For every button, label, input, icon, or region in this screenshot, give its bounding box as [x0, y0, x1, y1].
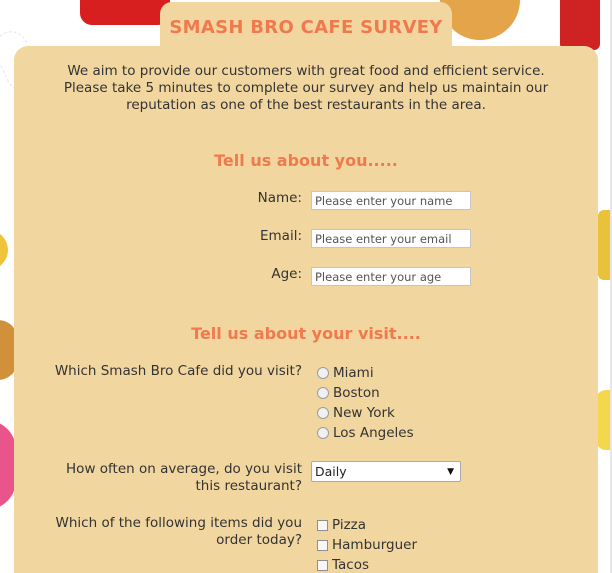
food-decoration — [560, 0, 600, 50]
food-decoration — [0, 230, 8, 270]
survey-form: We aim to provide our customers with gre… — [14, 46, 598, 573]
location-option-miami[interactable]: Miami — [317, 364, 374, 382]
age-input[interactable] — [311, 267, 471, 286]
location-label: Boston — [333, 385, 380, 401]
items-question-line2: order today? — [216, 532, 302, 548]
survey-title: SMASH BRO CAFE SURVEY — [169, 16, 443, 38]
checkbox[interactable] — [317, 519, 328, 531]
radio-button[interactable] — [317, 367, 329, 379]
survey-page: We aim to provide our customers with gre… — [0, 0, 612, 573]
frequency-question-line2: this restaurant? — [195, 478, 302, 494]
checkbox[interactable] — [317, 559, 328, 571]
item-option-pizza[interactable]: Pizza — [317, 516, 366, 534]
location-label: Miami — [333, 365, 374, 381]
section-heading-about-visit: Tell us about your visit.... — [191, 324, 421, 343]
chevron-down-icon: ▼ — [447, 466, 454, 477]
email-label: Email: — [259, 228, 302, 244]
radio-button[interactable] — [317, 427, 329, 439]
items-question-line1: Which of the following items did you — [55, 515, 302, 531]
food-decoration — [80, 0, 170, 25]
item-label: Hamburguer — [332, 537, 417, 553]
item-option-hamburguer[interactable]: Hamburguer — [317, 536, 417, 554]
item-label: Pizza — [332, 517, 367, 533]
email-input[interactable] — [311, 229, 471, 248]
location-option-los-angeles[interactable]: Los Angeles — [317, 424, 414, 442]
age-label: Age: — [271, 266, 302, 282]
frequency-selected-value: Daily — [315, 464, 347, 479]
checkbox[interactable] — [317, 539, 328, 551]
radio-button[interactable] — [317, 407, 329, 419]
survey-title-tab: SMASH BRO CAFE SURVEY — [160, 2, 452, 52]
intro-text: We aim to provide our customers with gre… — [63, 63, 549, 113]
location-question: Which Smash Bro Cafe did you visit? — [54, 363, 302, 379]
location-option-boston[interactable]: Boston — [317, 384, 380, 402]
location-label: Los Angeles — [333, 425, 414, 441]
section-heading-about-you: Tell us about you..... — [214, 151, 398, 170]
name-input[interactable] — [311, 191, 471, 210]
item-label: Tacos — [332, 557, 369, 573]
location-option-new-york[interactable]: New York — [317, 404, 395, 422]
frequency-question-line1: How often on average, do you visit — [66, 461, 302, 477]
item-option-tacos[interactable]: Tacos — [317, 556, 369, 573]
name-label: Name: — [257, 190, 302, 206]
location-label: New York — [333, 405, 395, 421]
radio-button[interactable] — [317, 387, 329, 399]
food-decoration — [440, 0, 520, 40]
frequency-select[interactable]: Daily ▼ — [311, 461, 461, 482]
